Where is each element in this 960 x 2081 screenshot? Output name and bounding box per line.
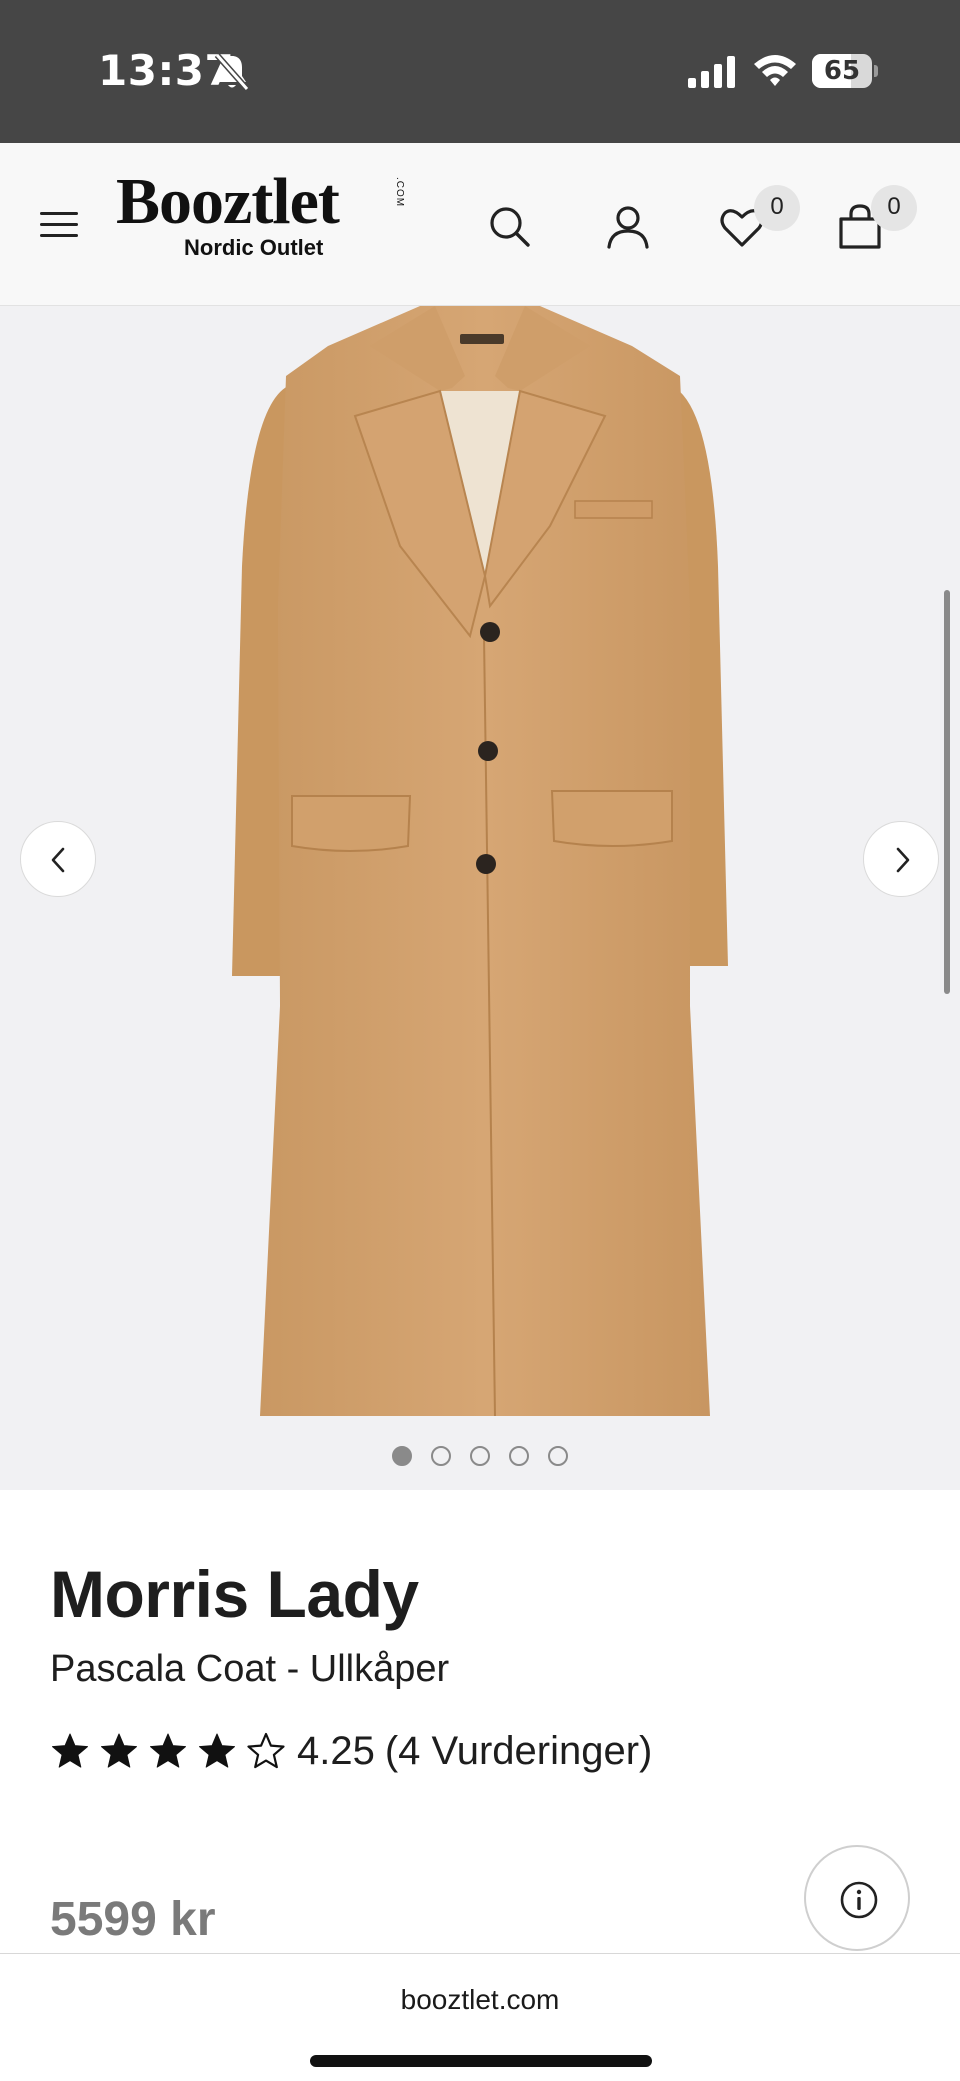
star-outline-icon [247,1732,285,1769]
pagination-dot[interactable] [470,1446,490,1466]
bag-count-badge: 0 [871,185,917,231]
pagination-dot[interactable] [392,1446,412,1466]
wishlist-count-badge: 0 [754,185,800,231]
browser-url[interactable]: booztlet.com [0,1984,960,2016]
wifi-icon [754,55,796,86]
info-button[interactable] [804,1845,910,1951]
chevron-left-icon [51,847,65,873]
product-name: Pascala Coat - Ullkåper [50,1648,450,1690]
product-brand[interactable]: Morris Lady [50,1556,419,1632]
pagination-dot[interactable] [509,1446,529,1466]
next-image-button[interactable] [863,821,939,897]
rating-count[interactable]: (4 Vurderinger) [385,1729,653,1774]
pagination-dot[interactable] [431,1446,451,1466]
star-filled-icon [52,1733,88,1768]
search-icon[interactable] [486,203,534,251]
logo-wordmark: Booztlet [116,165,340,238]
account-icon[interactable] [604,203,652,251]
menu-icon[interactable] [38,208,80,242]
site-header: Booztlet .COM Nordic Outlet 0 0 [0,143,960,306]
product-image-gallery[interactable] [0,306,960,1490]
rating-value: 4.25 [297,1728,375,1773]
pagination-dot[interactable] [548,1446,568,1466]
chevron-right-icon [896,847,910,873]
bell-muted-icon [214,53,250,91]
battery-icon: 65 [812,54,878,88]
battery-level-text: 65 [823,56,861,86]
home-indicator[interactable] [310,2055,652,2067]
browser-bottom-bar: booztlet.com [0,1953,960,2081]
star-filled-icon [199,1733,235,1768]
booztlet-logo[interactable]: Booztlet .COM Nordic Outlet [116,169,416,289]
cellular-signal-icon [688,56,735,88]
logo-subtitle: Nordic Outlet [184,235,324,260]
info-icon [840,1881,878,1919]
previous-image-button[interactable] [20,821,96,897]
rating-stars [50,1731,295,1771]
product-rating[interactable]: 4.25 (4 Vurderinger) [50,1726,652,1776]
star-filled-icon [101,1733,137,1768]
product-image[interactable] [220,306,740,1436]
status-bar: 13:37 65 [0,0,960,143]
star-filled-icon [150,1733,186,1768]
page-scroll-indicator [944,590,950,994]
product-price: 5599 kr [50,1893,216,1946]
logo-com: .COM [394,177,405,208]
image-pagination-dots [392,1446,568,1468]
